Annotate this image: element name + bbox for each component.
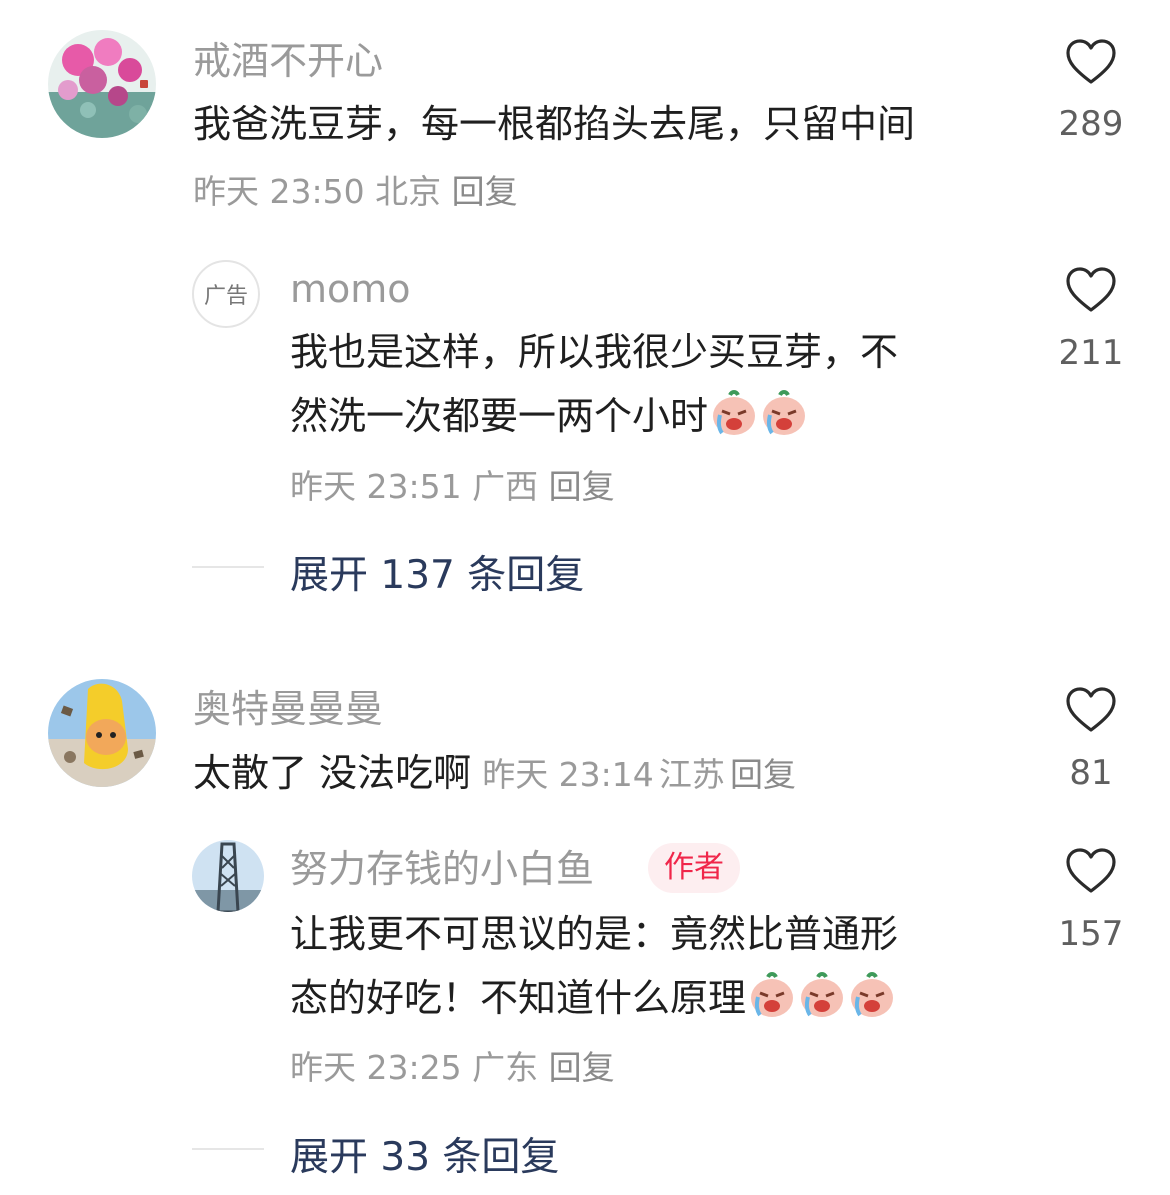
expand-replies-button[interactable]: 展开 137 条回复 bbox=[290, 544, 584, 600]
comment-location: 北京 bbox=[375, 172, 442, 211]
reply-username[interactable]: momo bbox=[290, 266, 411, 312]
avatar-tower-image bbox=[192, 840, 264, 912]
reply-button[interactable]: 回复 bbox=[549, 467, 615, 506]
crying-face-emoji bbox=[763, 390, 806, 435]
avatar[interactable] bbox=[192, 840, 264, 912]
reply-button[interactable]: 回复 bbox=[549, 1048, 615, 1087]
reply-time: 昨天 23:25 bbox=[290, 1048, 462, 1087]
like-button[interactable] bbox=[1031, 847, 1151, 899]
like-button[interactable] bbox=[1031, 266, 1151, 318]
like-count: 289 bbox=[1058, 104, 1124, 144]
comment-time: 昨天 23:14 bbox=[482, 755, 654, 794]
comment-time: 昨天 23:50 bbox=[193, 172, 365, 211]
reply-meta: 昨天 23:25 广东 回复 bbox=[290, 1048, 615, 1088]
reply-button[interactable]: 回复 bbox=[452, 172, 518, 211]
like-button[interactable] bbox=[1031, 686, 1151, 738]
reply-location: 广东 bbox=[472, 1048, 539, 1087]
reply-username[interactable]: 努力存钱的小白鱼 bbox=[290, 846, 594, 892]
like-count: 81 bbox=[1069, 753, 1113, 793]
avatar-text: 广告 bbox=[203, 284, 248, 309]
reply-text: 我也是这样，所以我很少买豆芽，不 然洗一次都要一两个小时 bbox=[290, 320, 1010, 448]
heart-outline-icon bbox=[1066, 848, 1116, 893]
author-badge: 作者 bbox=[648, 843, 740, 893]
expand-replies-button[interactable]: 展开 33 条回复 bbox=[290, 1126, 559, 1182]
reply-time: 昨天 23:51 bbox=[290, 467, 462, 506]
heart-outline-icon bbox=[1066, 687, 1116, 732]
crying-face-emoji bbox=[851, 972, 894, 1017]
comment-text: 我爸洗豆芽，每一根都掐头去尾，只留中间 bbox=[193, 102, 916, 146]
like-count: 211 bbox=[1058, 333, 1124, 373]
comment-username[interactable]: 戒酒不开心 bbox=[193, 38, 383, 84]
crying-face-emoji bbox=[751, 972, 794, 1017]
reply-text-line: 让我更不可思议的是：竟然比普通形 bbox=[290, 912, 899, 956]
like-count: 157 bbox=[1058, 914, 1124, 954]
reply-meta: 昨天 23:51 广西 回复 bbox=[290, 467, 615, 507]
heart-outline-icon bbox=[1066, 39, 1116, 84]
comment-username[interactable]: 奥特曼曼曼 bbox=[193, 686, 383, 732]
comment-meta: 昨天 23:50 北京 回复 bbox=[193, 172, 518, 212]
comment-body: 太散了 没法吃啊 昨天 23:14 江苏 回复 bbox=[193, 741, 796, 805]
heart-outline-icon bbox=[1066, 267, 1116, 312]
comment-text: 太散了 没法吃啊 bbox=[193, 751, 472, 795]
avatar[interactable]: 广告 bbox=[192, 260, 260, 328]
reply-text-line: 态的好吃！不知道什么原理 bbox=[290, 966, 1010, 1030]
crying-face-emoji bbox=[801, 972, 844, 1017]
reply-button[interactable]: 回复 bbox=[730, 755, 796, 794]
like-button[interactable] bbox=[1031, 38, 1151, 90]
avatar-banana-cat-image bbox=[48, 679, 156, 787]
reply-text: 让我更不可思议的是：竟然比普通形 态的好吃！不知道什么原理 bbox=[290, 902, 1010, 1030]
crying-face-emoji bbox=[713, 390, 756, 435]
reply-text-line: 我也是这样，所以我很少买豆芽，不 bbox=[290, 330, 899, 374]
avatar-badge-dot bbox=[140, 80, 148, 88]
avatar[interactable] bbox=[48, 679, 156, 787]
reply-text-line: 然洗一次都要一两个小时 bbox=[290, 384, 1010, 448]
comment-location: 江苏 bbox=[658, 755, 725, 794]
divider bbox=[192, 566, 264, 568]
divider bbox=[192, 1148, 264, 1150]
reply-location: 广西 bbox=[472, 467, 539, 506]
